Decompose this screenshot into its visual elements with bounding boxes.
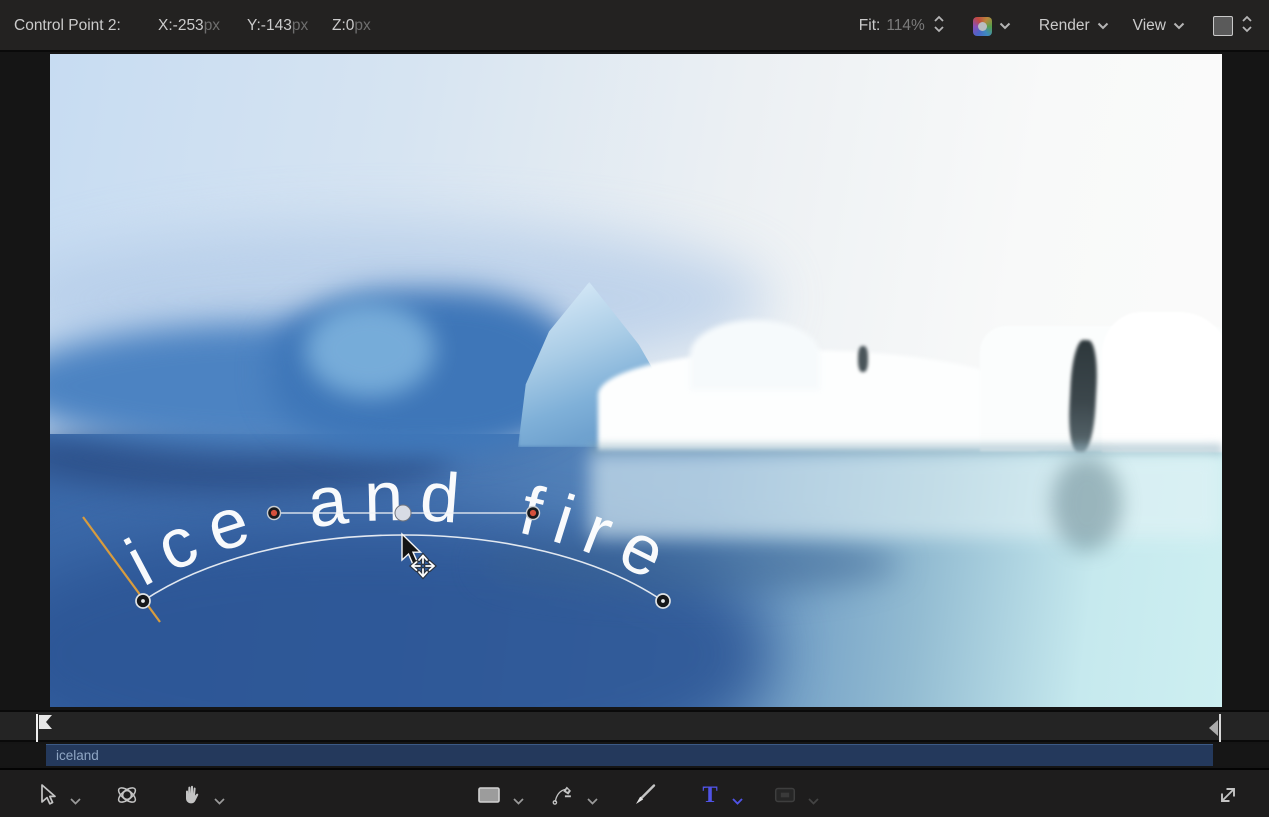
text-tool-button[interactable]: T bbox=[697, 782, 723, 808]
window-layout-stepper-icon[interactable] bbox=[1241, 15, 1253, 38]
channels-icon[interactable] bbox=[973, 17, 992, 36]
pan-tool-button[interactable] bbox=[178, 782, 204, 808]
fit-label: Fit: bbox=[859, 17, 881, 35]
control-point-1[interactable] bbox=[268, 507, 281, 520]
view-chevron-down-icon[interactable] bbox=[1173, 17, 1185, 35]
control-point-2[interactable] bbox=[527, 507, 540, 520]
zoom-stepper-icon[interactable] bbox=[933, 15, 945, 38]
paintbrush-icon bbox=[632, 782, 658, 808]
rectangle-icon bbox=[476, 783, 502, 807]
timeline-track-row: iceland bbox=[0, 744, 1269, 766]
channels-chevron-down-icon[interactable] bbox=[999, 17, 1011, 35]
orbit-3d-icon bbox=[114, 782, 140, 808]
path-midpoint-handle[interactable] bbox=[395, 505, 411, 521]
canvas-toolbar: T bbox=[0, 768, 1269, 817]
selection-title: Control Point 2: bbox=[14, 0, 121, 52]
coord-x: X:-253px bbox=[158, 0, 220, 52]
pen-bezier-icon bbox=[551, 782, 577, 808]
paint-stroke-tool-button[interactable] bbox=[632, 782, 658, 808]
resize-timeline-button[interactable] bbox=[1215, 782, 1241, 808]
transform-3d-tool-button[interactable] bbox=[114, 782, 140, 808]
rectangle-tool-button[interactable] bbox=[476, 782, 502, 808]
text-tool-chevron-icon[interactable] bbox=[732, 792, 743, 810]
text-tool-icon: T bbox=[702, 782, 717, 808]
canvas-status-bar: Control Point 2: X:-253px Y:-143px Z:0px… bbox=[0, 0, 1269, 52]
select-tool-chevron-icon[interactable] bbox=[70, 792, 81, 810]
motion-window: Control Point 2: X:-253px Y:-143px Z:0px… bbox=[0, 0, 1269, 817]
window-layout-icon[interactable] bbox=[1213, 16, 1233, 36]
view-menu[interactable]: View bbox=[1133, 17, 1166, 35]
render-chevron-down-icon[interactable] bbox=[1097, 17, 1109, 35]
coord-z: Z:0px bbox=[332, 0, 371, 52]
pan-tool-chevron-icon[interactable] bbox=[214, 792, 225, 810]
track-label: iceland bbox=[56, 748, 99, 763]
rectangle-tool-chevron-icon[interactable] bbox=[513, 792, 524, 810]
bezier-tool-button[interactable] bbox=[551, 782, 577, 808]
timeline-track-iceland[interactable]: iceland bbox=[46, 744, 1213, 766]
mask-rectangle-icon bbox=[772, 783, 798, 807]
hand-icon bbox=[179, 782, 203, 808]
bezier-tool-chevron-icon[interactable] bbox=[587, 792, 598, 810]
mask-tool-button-disabled bbox=[772, 782, 798, 808]
arrow-cursor-icon bbox=[36, 783, 58, 807]
text-on-path[interactable]: ice and fire bbox=[114, 457, 691, 601]
path-endpoint-right[interactable] bbox=[656, 594, 670, 608]
mask-tool-chevron-icon bbox=[808, 792, 819, 810]
mini-timeline[interactable] bbox=[0, 710, 1269, 742]
path-endpoint-left[interactable] bbox=[136, 594, 150, 608]
render-menu[interactable]: Render bbox=[1039, 17, 1090, 35]
mouse-cursor bbox=[402, 534, 434, 577]
select-tool-button[interactable] bbox=[34, 782, 60, 808]
diagonal-resize-icon bbox=[1215, 782, 1241, 808]
canvas-viewport[interactable]: ice and fire bbox=[50, 54, 1222, 707]
end-marker[interactable] bbox=[1202, 713, 1228, 743]
playhead-marker[interactable] bbox=[28, 713, 58, 743]
coord-y: Y:-143px bbox=[247, 0, 308, 52]
zoom-level-value: 114% bbox=[886, 17, 925, 35]
